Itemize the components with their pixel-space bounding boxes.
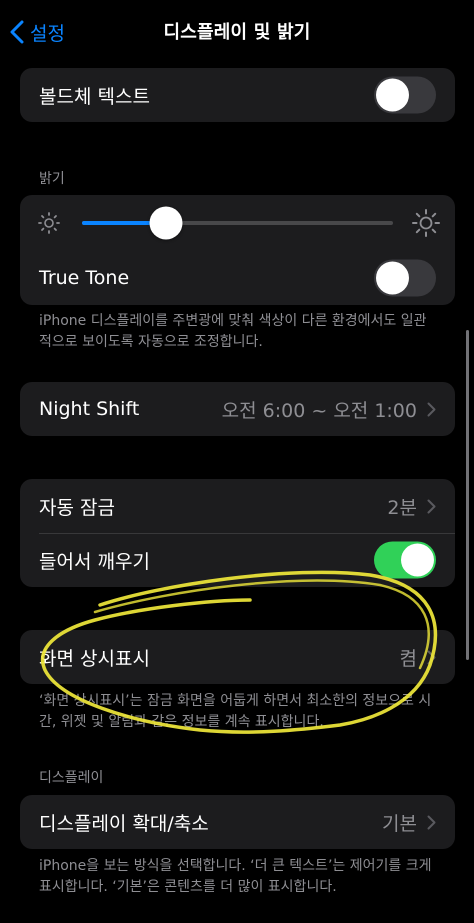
always-on-label: 화면 상시표시: [39, 647, 150, 670]
display-footer: iPhone을 보는 방식을 선택합니다. ‘더 큰 텍스트’는 제어기를 크게…: [39, 858, 432, 895]
auto-lock-row[interactable]: 자동 잠금 2분: [20, 479, 455, 533]
auto-lock-value: 2분: [387, 496, 417, 519]
chevron-right-icon: [427, 650, 436, 664]
brightness-group: True Tone: [20, 195, 455, 305]
brightness-slider[interactable]: [82, 206, 393, 240]
night-shift-row[interactable]: Night Shift 오전 6:00 ~ 오전 1:00: [20, 382, 455, 436]
night-shift-group: Night Shift 오전 6:00 ~ 오전 1:00: [20, 382, 455, 436]
display-zoom-row[interactable]: 디스플레이 확대/축소 기본: [20, 795, 455, 849]
always-on-group: 화면 상시표시 켬: [20, 630, 455, 684]
sun-small-icon: [38, 212, 60, 234]
scrollbar[interactable]: [466, 330, 469, 660]
always-on-row[interactable]: 화면 상시표시 켬: [20, 630, 455, 684]
night-shift-value: 오전 6:00 ~ 오전 1:00: [221, 399, 417, 422]
bold-text-toggle[interactable]: [374, 76, 436, 114]
chevron-right-icon: [427, 499, 436, 513]
chevron-right-icon: [427, 815, 436, 829]
display-zoom-value: 기본: [382, 812, 417, 835]
brightness-header: 밝기: [39, 171, 65, 187]
display-header: 디스플레이: [39, 770, 104, 786]
toggle-knob: [376, 261, 409, 295]
navigation-bar: 설정 디스플레이 및 밝기: [0, 0, 474, 64]
brightness-footer: iPhone 디스플레이를 주변광에 맞춰 색상이 다른 환경에서도 일관적으로…: [39, 313, 427, 350]
raise-to-wake-toggle[interactable]: [374, 541, 436, 579]
display-zoom-group: 디스플레이 확대/축소 기본: [20, 795, 455, 849]
bold-text-group: 볼드체 텍스트: [20, 68, 455, 122]
toggle-knob: [376, 78, 409, 112]
display-zoom-label: 디스플레이 확대/축소: [39, 812, 209, 835]
auto-lock-label: 자동 잠금: [39, 496, 115, 519]
bold-text-row: 볼드체 텍스트: [20, 68, 455, 122]
always-on-value: 켬: [399, 647, 417, 670]
lock-group: 자동 잠금 2분 들어서 깨우기: [20, 479, 455, 587]
brightness-slider-row: [20, 195, 455, 251]
chevron-right-icon: [427, 402, 436, 416]
page-title: 디스플레이 및 밝기: [163, 22, 311, 43]
sun-large-icon: [412, 209, 440, 237]
night-shift-label: Night Shift: [39, 398, 140, 420]
always-on-footer: ‘화면 상시표시’는 잠금 화면을 어둡게 하면서 최소한의 정보으로 시간, …: [39, 693, 432, 730]
true-tone-row: True Tone: [20, 251, 455, 305]
toggle-knob: [401, 543, 434, 577]
raise-to-wake-row: 들어서 깨우기: [20, 533, 455, 587]
brightness-slider-thumb[interactable]: [149, 206, 183, 240]
true-tone-toggle[interactable]: [374, 259, 436, 297]
